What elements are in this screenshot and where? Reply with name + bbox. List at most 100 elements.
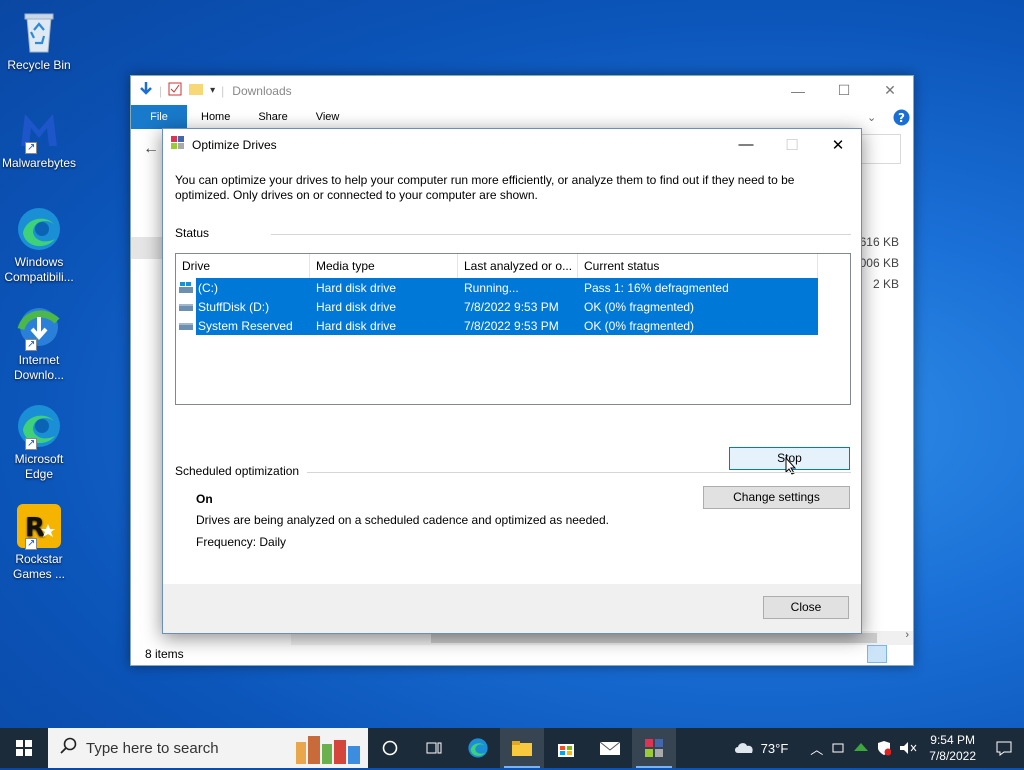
taskbar: Type here to search 73°F ︿ 9:54 PM 7/8/2… (0, 728, 1024, 768)
drive-row[interactable]: StuffDisk (D:) Hard disk drive 7/8/2022 … (176, 297, 850, 316)
dialog-close-button[interactable]: ✕ (815, 129, 861, 160)
recycle-bin-icon (15, 8, 63, 56)
drive-list[interactable]: Drive Media type Last analyzed or o... C… (175, 253, 851, 405)
help-icon[interactable]: ? (889, 105, 913, 129)
drive-current-status: Pass 1: 16% defragmented (584, 280, 729, 295)
drive-media-type: Hard disk drive (316, 280, 397, 295)
desktop-icon-label: Microsoft Edge (14, 452, 64, 481)
new-folder-icon[interactable] (188, 82, 204, 99)
column-last-analyzed[interactable]: Last analyzed or o... (458, 254, 578, 278)
download-arrow-icon (139, 81, 153, 100)
file-explorer-taskbar-icon[interactable] (500, 728, 544, 768)
schedule-description: Drives are being analyzed on a scheduled… (196, 513, 609, 527)
cloud-icon (733, 740, 755, 757)
minimize-button[interactable]: — (775, 76, 821, 105)
clock[interactable]: 9:54 PM 7/8/2022 (921, 732, 984, 764)
close-dialog-button[interactable]: Close (763, 596, 849, 619)
file-size: 2 KB (872, 277, 899, 291)
desktop-icon-recycle-bin[interactable]: Recycle Bin (2, 8, 76, 73)
search-highlight-image-icon (292, 732, 366, 770)
drive-name: (C:) (198, 280, 218, 295)
tab-share[interactable]: Share (244, 105, 301, 129)
windows-logo-icon (16, 740, 32, 756)
optimize-drives-dialog: Optimize Drives — ☐ ✕ You can optimize y… (162, 128, 862, 634)
desktop-icon-windows-compat[interactable]: Windows Compatibili... (2, 205, 76, 285)
tab-file[interactable]: File (131, 105, 187, 129)
taskbar-search-box[interactable]: Type here to search (48, 728, 368, 768)
column-current-status[interactable]: Current status (578, 254, 818, 278)
change-settings-button[interactable]: Change settings (703, 486, 850, 509)
mail-taskbar-icon[interactable] (588, 728, 632, 768)
malwarebytes-icon (15, 106, 63, 155)
drive-list-header: Drive Media type Last analyzed or o... C… (176, 254, 850, 278)
desktop-icon-malwarebytes[interactable]: Malwarebytes (2, 106, 76, 171)
tab-view[interactable]: View (302, 105, 354, 129)
hard-drive-icon (176, 297, 196, 316)
store-taskbar-icon[interactable] (544, 728, 588, 768)
weather-widget[interactable]: 73°F (729, 740, 793, 757)
file-size: 006 KB (859, 256, 899, 270)
drive-last-analyzed: 7/8/2022 9:53 PM (464, 299, 559, 314)
defrag-taskbar-icon[interactable] (632, 728, 676, 768)
drive-media-type: Hard disk drive (316, 318, 397, 333)
notifications-icon[interactable] (984, 740, 1024, 756)
desktop-icon-label: Internet Downlo... (13, 353, 65, 382)
task-view-icon[interactable] (412, 728, 456, 768)
dialog-description: You can optimize your drives to help you… (175, 173, 795, 202)
system-tray: 73°F ︿ 9:54 PM 7/8/2022 (729, 728, 1024, 768)
defender-shield-icon[interactable] (873, 740, 895, 756)
details-view-icon[interactable] (867, 645, 887, 663)
show-hidden-icons-chevron-icon[interactable]: ︿ (806, 739, 827, 758)
desktop-icon-rockstar[interactable]: R Rockstar Games ... (2, 502, 76, 582)
drive-media-type: Hard disk drive (316, 299, 397, 314)
explorer-status-items: 8 items (145, 647, 184, 661)
column-media-type[interactable]: Media type (310, 254, 458, 278)
desktop-icon-label: Windows Compatibili... (4, 255, 74, 284)
desktop-icon-microsoft-edge[interactable]: Microsoft Edge (2, 402, 76, 482)
properties-icon[interactable] (168, 82, 182, 99)
clock-time: 9:54 PM (930, 733, 975, 747)
scheduled-section-label: Scheduled optimization (175, 464, 300, 478)
dialog-title: Optimize Drives (192, 137, 277, 152)
drive-row[interactable]: System Reserved Hard disk drive 7/8/2022… (176, 316, 850, 335)
close-button[interactable]: ✕ (867, 76, 913, 105)
status-section-label: Status (175, 226, 210, 240)
drive-name: System Reserved (198, 318, 293, 333)
drive-current-status: OK (0% fragmented) (584, 318, 695, 333)
security-tray-icon[interactable] (849, 741, 873, 755)
desktop-icon-label: Recycle Bin (7, 58, 71, 72)
search-placeholder: Type here to search (86, 739, 219, 757)
quick-access-dropdown-icon[interactable]: ▾ (210, 85, 215, 96)
task-view-circle-icon[interactable] (368, 728, 412, 768)
schedule-frequency: Frequency: Daily (196, 535, 287, 549)
desktop-icon-internet-download[interactable]: Internet Downlo... (2, 303, 76, 383)
large-icons-view-icon[interactable] (889, 645, 909, 663)
volume-muted-icon[interactable] (895, 741, 921, 755)
edge-icon (15, 205, 63, 253)
tab-home[interactable]: Home (187, 105, 244, 129)
dialog-minimize-button[interactable]: — (723, 129, 769, 160)
desktop-icon-label: Malwarebytes (2, 156, 77, 170)
dialog-maximize-button: ☐ (785, 136, 799, 154)
weather-temp: 73°F (760, 740, 789, 756)
start-button[interactable] (0, 728, 48, 768)
defrag-icon (171, 136, 185, 153)
drive-row[interactable]: (C:) Hard disk drive Running... Pass 1: … (176, 278, 850, 297)
desktop-icon-label: Rockstar Games ... (12, 552, 65, 581)
ribbon-tabs: File Home Share View ⌄ ? (131, 105, 913, 129)
maximize-button[interactable]: ☐ (821, 76, 867, 105)
column-drive[interactable]: Drive (176, 254, 310, 278)
search-icon (60, 737, 78, 759)
internet-download-manager-icon (15, 303, 63, 352)
schedule-state: On (196, 492, 213, 506)
back-arrow-icon[interactable]: ← (143, 140, 159, 158)
hard-drive-icon (176, 316, 196, 335)
edge-taskbar-icon[interactable] (456, 728, 500, 768)
drive-last-analyzed: Running... (464, 280, 519, 295)
meet-now-icon[interactable] (827, 741, 849, 755)
drive-current-status: OK (0% fragmented) (584, 299, 695, 314)
ribbon-expand-icon[interactable]: ⌄ (867, 105, 889, 129)
search-box[interactable] (857, 134, 901, 164)
drive-last-analyzed: 7/8/2022 9:53 PM (464, 318, 559, 333)
drive-name: StuffDisk (D:) (198, 299, 270, 314)
